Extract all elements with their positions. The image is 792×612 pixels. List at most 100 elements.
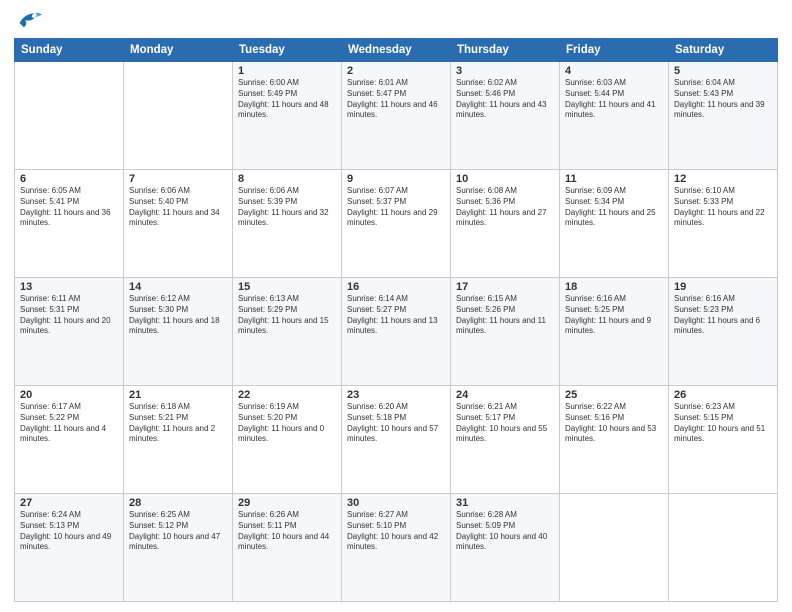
day-info: Sunrise: 6:00 AM Sunset: 5:49 PM Dayligh… xyxy=(238,78,336,121)
calendar-cell: 11Sunrise: 6:09 AM Sunset: 5:34 PM Dayli… xyxy=(560,170,669,278)
calendar-cell xyxy=(669,494,778,602)
calendar-cell: 15Sunrise: 6:13 AM Sunset: 5:29 PM Dayli… xyxy=(233,278,342,386)
day-number: 5 xyxy=(674,65,772,77)
day-info: Sunrise: 6:18 AM Sunset: 5:21 PM Dayligh… xyxy=(129,402,227,445)
day-info: Sunrise: 6:19 AM Sunset: 5:20 PM Dayligh… xyxy=(238,402,336,445)
day-info: Sunrise: 6:06 AM Sunset: 5:39 PM Dayligh… xyxy=(238,186,336,229)
day-info: Sunrise: 6:27 AM Sunset: 5:10 PM Dayligh… xyxy=(347,510,445,553)
day-number: 25 xyxy=(565,389,663,401)
calendar-week-1: 6Sunrise: 6:05 AM Sunset: 5:41 PM Daylig… xyxy=(15,170,778,278)
day-number: 10 xyxy=(456,173,554,185)
day-info: Sunrise: 6:01 AM Sunset: 5:47 PM Dayligh… xyxy=(347,78,445,121)
calendar-cell: 17Sunrise: 6:15 AM Sunset: 5:26 PM Dayli… xyxy=(451,278,560,386)
day-info: Sunrise: 6:11 AM Sunset: 5:31 PM Dayligh… xyxy=(20,294,118,337)
calendar-cell: 26Sunrise: 6:23 AM Sunset: 5:15 PM Dayli… xyxy=(669,386,778,494)
day-info: Sunrise: 6:10 AM Sunset: 5:33 PM Dayligh… xyxy=(674,186,772,229)
day-number: 14 xyxy=(129,281,227,293)
day-number: 26 xyxy=(674,389,772,401)
day-number: 6 xyxy=(20,173,118,185)
day-info: Sunrise: 6:03 AM Sunset: 5:44 PM Dayligh… xyxy=(565,78,663,121)
day-info: Sunrise: 6:25 AM Sunset: 5:12 PM Dayligh… xyxy=(129,510,227,553)
day-number: 1 xyxy=(238,65,336,77)
day-info: Sunrise: 6:08 AM Sunset: 5:36 PM Dayligh… xyxy=(456,186,554,229)
calendar-cell xyxy=(560,494,669,602)
weekday-monday: Monday xyxy=(124,39,233,62)
day-number: 21 xyxy=(129,389,227,401)
day-info: Sunrise: 6:05 AM Sunset: 5:41 PM Dayligh… xyxy=(20,186,118,229)
calendar-cell: 22Sunrise: 6:19 AM Sunset: 5:20 PM Dayli… xyxy=(233,386,342,494)
calendar-cell: 14Sunrise: 6:12 AM Sunset: 5:30 PM Dayli… xyxy=(124,278,233,386)
day-number: 24 xyxy=(456,389,554,401)
day-info: Sunrise: 6:26 AM Sunset: 5:11 PM Dayligh… xyxy=(238,510,336,553)
day-info: Sunrise: 6:22 AM Sunset: 5:16 PM Dayligh… xyxy=(565,402,663,445)
day-info: Sunrise: 6:13 AM Sunset: 5:29 PM Dayligh… xyxy=(238,294,336,337)
day-number: 11 xyxy=(565,173,663,185)
day-info: Sunrise: 6:16 AM Sunset: 5:25 PM Dayligh… xyxy=(565,294,663,337)
calendar-week-2: 13Sunrise: 6:11 AM Sunset: 5:31 PM Dayli… xyxy=(15,278,778,386)
calendar-cell: 10Sunrise: 6:08 AM Sunset: 5:36 PM Dayli… xyxy=(451,170,560,278)
calendar-week-4: 27Sunrise: 6:24 AM Sunset: 5:13 PM Dayli… xyxy=(15,494,778,602)
day-number: 22 xyxy=(238,389,336,401)
calendar-cell: 19Sunrise: 6:16 AM Sunset: 5:23 PM Dayli… xyxy=(669,278,778,386)
calendar-cell xyxy=(124,62,233,170)
day-number: 17 xyxy=(456,281,554,293)
calendar-cell: 5Sunrise: 6:04 AM Sunset: 5:43 PM Daylig… xyxy=(669,62,778,170)
calendar-container: SundayMondayTuesdayWednesdayThursdayFrid… xyxy=(0,0,792,612)
day-number: 31 xyxy=(456,497,554,509)
logo xyxy=(14,10,46,32)
day-number: 19 xyxy=(674,281,772,293)
weekday-tuesday: Tuesday xyxy=(233,39,342,62)
day-number: 27 xyxy=(20,497,118,509)
day-number: 8 xyxy=(238,173,336,185)
calendar-cell: 31Sunrise: 6:28 AM Sunset: 5:09 PM Dayli… xyxy=(451,494,560,602)
day-number: 15 xyxy=(238,281,336,293)
weekday-header-row: SundayMondayTuesdayWednesdayThursdayFrid… xyxy=(15,39,778,62)
day-number: 28 xyxy=(129,497,227,509)
calendar-cell: 27Sunrise: 6:24 AM Sunset: 5:13 PM Dayli… xyxy=(15,494,124,602)
calendar-cell: 6Sunrise: 6:05 AM Sunset: 5:41 PM Daylig… xyxy=(15,170,124,278)
weekday-friday: Friday xyxy=(560,39,669,62)
calendar-cell: 12Sunrise: 6:10 AM Sunset: 5:33 PM Dayli… xyxy=(669,170,778,278)
day-number: 9 xyxy=(347,173,445,185)
day-info: Sunrise: 6:23 AM Sunset: 5:15 PM Dayligh… xyxy=(674,402,772,445)
day-number: 2 xyxy=(347,65,445,77)
calendar-cell: 25Sunrise: 6:22 AM Sunset: 5:16 PM Dayli… xyxy=(560,386,669,494)
day-info: Sunrise: 6:20 AM Sunset: 5:18 PM Dayligh… xyxy=(347,402,445,445)
day-info: Sunrise: 6:14 AM Sunset: 5:27 PM Dayligh… xyxy=(347,294,445,337)
day-info: Sunrise: 6:02 AM Sunset: 5:46 PM Dayligh… xyxy=(456,78,554,121)
calendar-cell: 24Sunrise: 6:21 AM Sunset: 5:17 PM Dayli… xyxy=(451,386,560,494)
day-info: Sunrise: 6:15 AM Sunset: 5:26 PM Dayligh… xyxy=(456,294,554,337)
day-number: 30 xyxy=(347,497,445,509)
day-info: Sunrise: 6:24 AM Sunset: 5:13 PM Dayligh… xyxy=(20,510,118,553)
calendar-cell: 16Sunrise: 6:14 AM Sunset: 5:27 PM Dayli… xyxy=(342,278,451,386)
calendar-week-0: 1Sunrise: 6:00 AM Sunset: 5:49 PM Daylig… xyxy=(15,62,778,170)
day-number: 20 xyxy=(20,389,118,401)
calendar-cell: 7Sunrise: 6:06 AM Sunset: 5:40 PM Daylig… xyxy=(124,170,233,278)
day-info: Sunrise: 6:28 AM Sunset: 5:09 PM Dayligh… xyxy=(456,510,554,553)
calendar-week-3: 20Sunrise: 6:17 AM Sunset: 5:22 PM Dayli… xyxy=(15,386,778,494)
calendar-cell: 23Sunrise: 6:20 AM Sunset: 5:18 PM Dayli… xyxy=(342,386,451,494)
calendar-cell: 18Sunrise: 6:16 AM Sunset: 5:25 PM Dayli… xyxy=(560,278,669,386)
calendar-cell: 8Sunrise: 6:06 AM Sunset: 5:39 PM Daylig… xyxy=(233,170,342,278)
header xyxy=(14,10,778,32)
day-info: Sunrise: 6:17 AM Sunset: 5:22 PM Dayligh… xyxy=(20,402,118,445)
day-number: 18 xyxy=(565,281,663,293)
day-number: 13 xyxy=(20,281,118,293)
day-info: Sunrise: 6:04 AM Sunset: 5:43 PM Dayligh… xyxy=(674,78,772,121)
calendar-cell: 20Sunrise: 6:17 AM Sunset: 5:22 PM Dayli… xyxy=(15,386,124,494)
calendar-cell: 21Sunrise: 6:18 AM Sunset: 5:21 PM Dayli… xyxy=(124,386,233,494)
calendar-cell: 29Sunrise: 6:26 AM Sunset: 5:11 PM Dayli… xyxy=(233,494,342,602)
weekday-thursday: Thursday xyxy=(451,39,560,62)
day-info: Sunrise: 6:16 AM Sunset: 5:23 PM Dayligh… xyxy=(674,294,772,337)
day-number: 12 xyxy=(674,173,772,185)
calendar-cell: 1Sunrise: 6:00 AM Sunset: 5:49 PM Daylig… xyxy=(233,62,342,170)
day-info: Sunrise: 6:21 AM Sunset: 5:17 PM Dayligh… xyxy=(456,402,554,445)
calendar-table: SundayMondayTuesdayWednesdayThursdayFrid… xyxy=(14,38,778,602)
day-number: 23 xyxy=(347,389,445,401)
calendar-cell: 2Sunrise: 6:01 AM Sunset: 5:47 PM Daylig… xyxy=(342,62,451,170)
day-number: 16 xyxy=(347,281,445,293)
calendar-cell: 3Sunrise: 6:02 AM Sunset: 5:46 PM Daylig… xyxy=(451,62,560,170)
day-number: 29 xyxy=(238,497,336,509)
weekday-wednesday: Wednesday xyxy=(342,39,451,62)
day-info: Sunrise: 6:09 AM Sunset: 5:34 PM Dayligh… xyxy=(565,186,663,229)
